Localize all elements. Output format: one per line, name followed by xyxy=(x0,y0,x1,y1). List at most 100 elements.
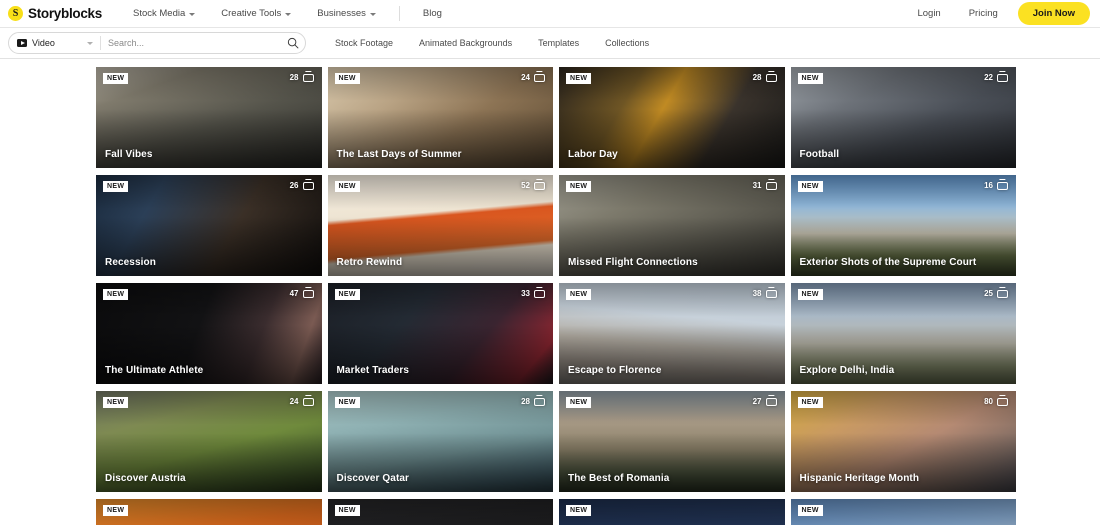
tab-animated-backgrounds[interactable]: Animated Backgrounds xyxy=(406,38,525,48)
card-top-scrim xyxy=(559,499,785,525)
new-badge: NEW xyxy=(103,73,129,84)
collection-card[interactable]: NEW 80 Hispanic Heritage Month xyxy=(790,391,1016,492)
nav-item-label: Creative Tools xyxy=(221,8,282,19)
collection-card[interactable]: NEW 22 Football xyxy=(790,67,1016,168)
clip-count-value: 24 xyxy=(289,397,299,406)
card-top-scrim xyxy=(96,175,322,210)
card-title: Recession xyxy=(105,257,156,268)
new-badge: NEW xyxy=(566,289,592,300)
new-badge: NEW xyxy=(566,73,592,84)
join-now-button[interactable]: Join Now xyxy=(1017,2,1090,25)
collection-card[interactable]: NEW xyxy=(559,499,785,525)
clip-count: 16 xyxy=(984,181,1008,190)
new-badge: NEW xyxy=(334,289,360,300)
video-clip-icon xyxy=(765,289,777,298)
card-top-scrim xyxy=(559,283,785,318)
top-navigation-bar: S Storyblocks Stock Media Creative Tools… xyxy=(0,0,1100,27)
video-clip-icon xyxy=(534,289,545,298)
collection-card[interactable]: NEW 16 Exterior Shots of the Supreme Court xyxy=(790,175,1016,276)
new-badge: NEW xyxy=(103,505,129,516)
clip-count-value: 28 xyxy=(289,73,299,82)
video-clip-icon xyxy=(534,397,545,406)
search-input[interactable] xyxy=(108,38,284,48)
search-bar: Video xyxy=(8,32,306,54)
nav-item-blog[interactable]: Blog xyxy=(410,8,455,19)
pricing-link[interactable]: Pricing xyxy=(955,8,1012,19)
video-clip-icon xyxy=(765,73,777,82)
new-badge: NEW xyxy=(334,505,360,516)
clip-count-value: 26 xyxy=(289,181,299,190)
clip-count-value: 38 xyxy=(752,289,762,298)
chevron-down-icon xyxy=(189,12,196,16)
card-title: Exterior Shots of the Supreme Court xyxy=(799,257,977,268)
collection-card[interactable]: NEW 47 The Ultimate Athlete xyxy=(96,283,322,384)
card-top-scrim xyxy=(559,391,785,426)
chevron-down-icon xyxy=(369,12,376,16)
collection-card[interactable]: NEW 28 Labor Day xyxy=(559,67,785,168)
clip-count-value: 33 xyxy=(521,289,530,298)
collection-card[interactable]: NEW 27 The Best of Romania xyxy=(559,391,785,492)
storyblocks-logo-icon: S xyxy=(8,6,23,21)
clip-count-value: 25 xyxy=(984,289,993,298)
clip-count: 80 xyxy=(984,397,1008,406)
search-submit-button[interactable] xyxy=(284,37,302,49)
clip-count: 38 xyxy=(753,289,777,298)
card-top-scrim xyxy=(327,175,553,210)
card-top-scrim xyxy=(559,175,785,210)
card-top-scrim xyxy=(96,391,322,426)
card-top-scrim xyxy=(790,283,1016,318)
search-icon xyxy=(287,37,299,49)
nav-item-label: Stock Media xyxy=(132,8,186,19)
card-title: Explore Delhi, India xyxy=(799,365,895,376)
collection-card[interactable]: NEW 38 Escape to Florence xyxy=(559,283,785,384)
collection-card[interactable]: NEW 31 Missed Flight Connections xyxy=(559,175,785,276)
card-top-scrim xyxy=(96,67,322,102)
chevron-down-icon xyxy=(285,12,292,16)
new-badge: NEW xyxy=(103,289,129,300)
new-badge: NEW xyxy=(103,397,129,408)
clip-count: 27 xyxy=(753,397,777,406)
new-badge: NEW xyxy=(797,289,823,300)
nav-item-businesses[interactable]: Businesses xyxy=(304,8,389,19)
video-clip-icon xyxy=(997,181,1008,190)
collection-card[interactable]: NEW 26 Recession xyxy=(96,175,322,276)
new-badge: NEW xyxy=(334,73,360,84)
clip-count-value: 80 xyxy=(984,397,993,406)
card-top-scrim xyxy=(96,499,322,525)
collection-card[interactable]: NEW 52 Retro Rewind xyxy=(327,175,553,276)
tab-templates[interactable]: Templates xyxy=(525,38,592,48)
card-title: Escape to Florence xyxy=(568,365,662,376)
brand-name: Storyblocks xyxy=(28,6,102,21)
brand-logo[interactable]: S Storyblocks xyxy=(8,6,102,21)
tab-stock-footage[interactable]: Stock Footage xyxy=(322,38,406,48)
collection-card[interactable]: NEW 28 Discover Qatar xyxy=(327,391,553,492)
card-title: Market Traders xyxy=(336,365,410,376)
collection-card[interactable]: NEW 24 The Last Days of Summer xyxy=(327,67,553,168)
collection-card[interactable]: NEW 25 Explore Delhi, India xyxy=(790,283,1016,384)
new-badge: NEW xyxy=(797,181,823,192)
clip-count-value: 47 xyxy=(289,289,299,298)
clip-count-value: 24 xyxy=(521,73,530,82)
clip-count: 31 xyxy=(753,181,777,190)
collection-card[interactable]: NEW xyxy=(96,499,322,525)
clip-count: 24 xyxy=(290,397,314,406)
video-clip-icon xyxy=(302,73,314,82)
tab-collections[interactable]: Collections xyxy=(592,38,662,48)
media-type-select[interactable]: Video xyxy=(17,38,93,48)
video-clip-icon xyxy=(534,181,545,190)
collection-card[interactable]: NEW xyxy=(790,499,1016,525)
collection-card[interactable]: NEW xyxy=(327,499,553,525)
search-toolbar: Video Stock Footage Animated Backgrounds… xyxy=(0,27,1100,59)
card-top-scrim xyxy=(790,391,1016,426)
card-top-scrim xyxy=(96,283,322,318)
clip-count: 22 xyxy=(984,73,1008,82)
card-title: Discover Qatar xyxy=(336,473,410,484)
collection-card[interactable]: NEW 28 Fall Vibes xyxy=(96,67,322,168)
new-badge: NEW xyxy=(334,181,360,192)
collection-card[interactable]: NEW 33 Market Traders xyxy=(327,283,553,384)
nav-item-creative-tools[interactable]: Creative Tools xyxy=(208,8,304,19)
collection-card[interactable]: NEW 24 Discover Austria xyxy=(96,391,322,492)
login-link[interactable]: Login xyxy=(903,8,954,19)
nav-item-stock-media[interactable]: Stock Media xyxy=(120,8,208,19)
clip-count-value: 52 xyxy=(521,181,530,190)
